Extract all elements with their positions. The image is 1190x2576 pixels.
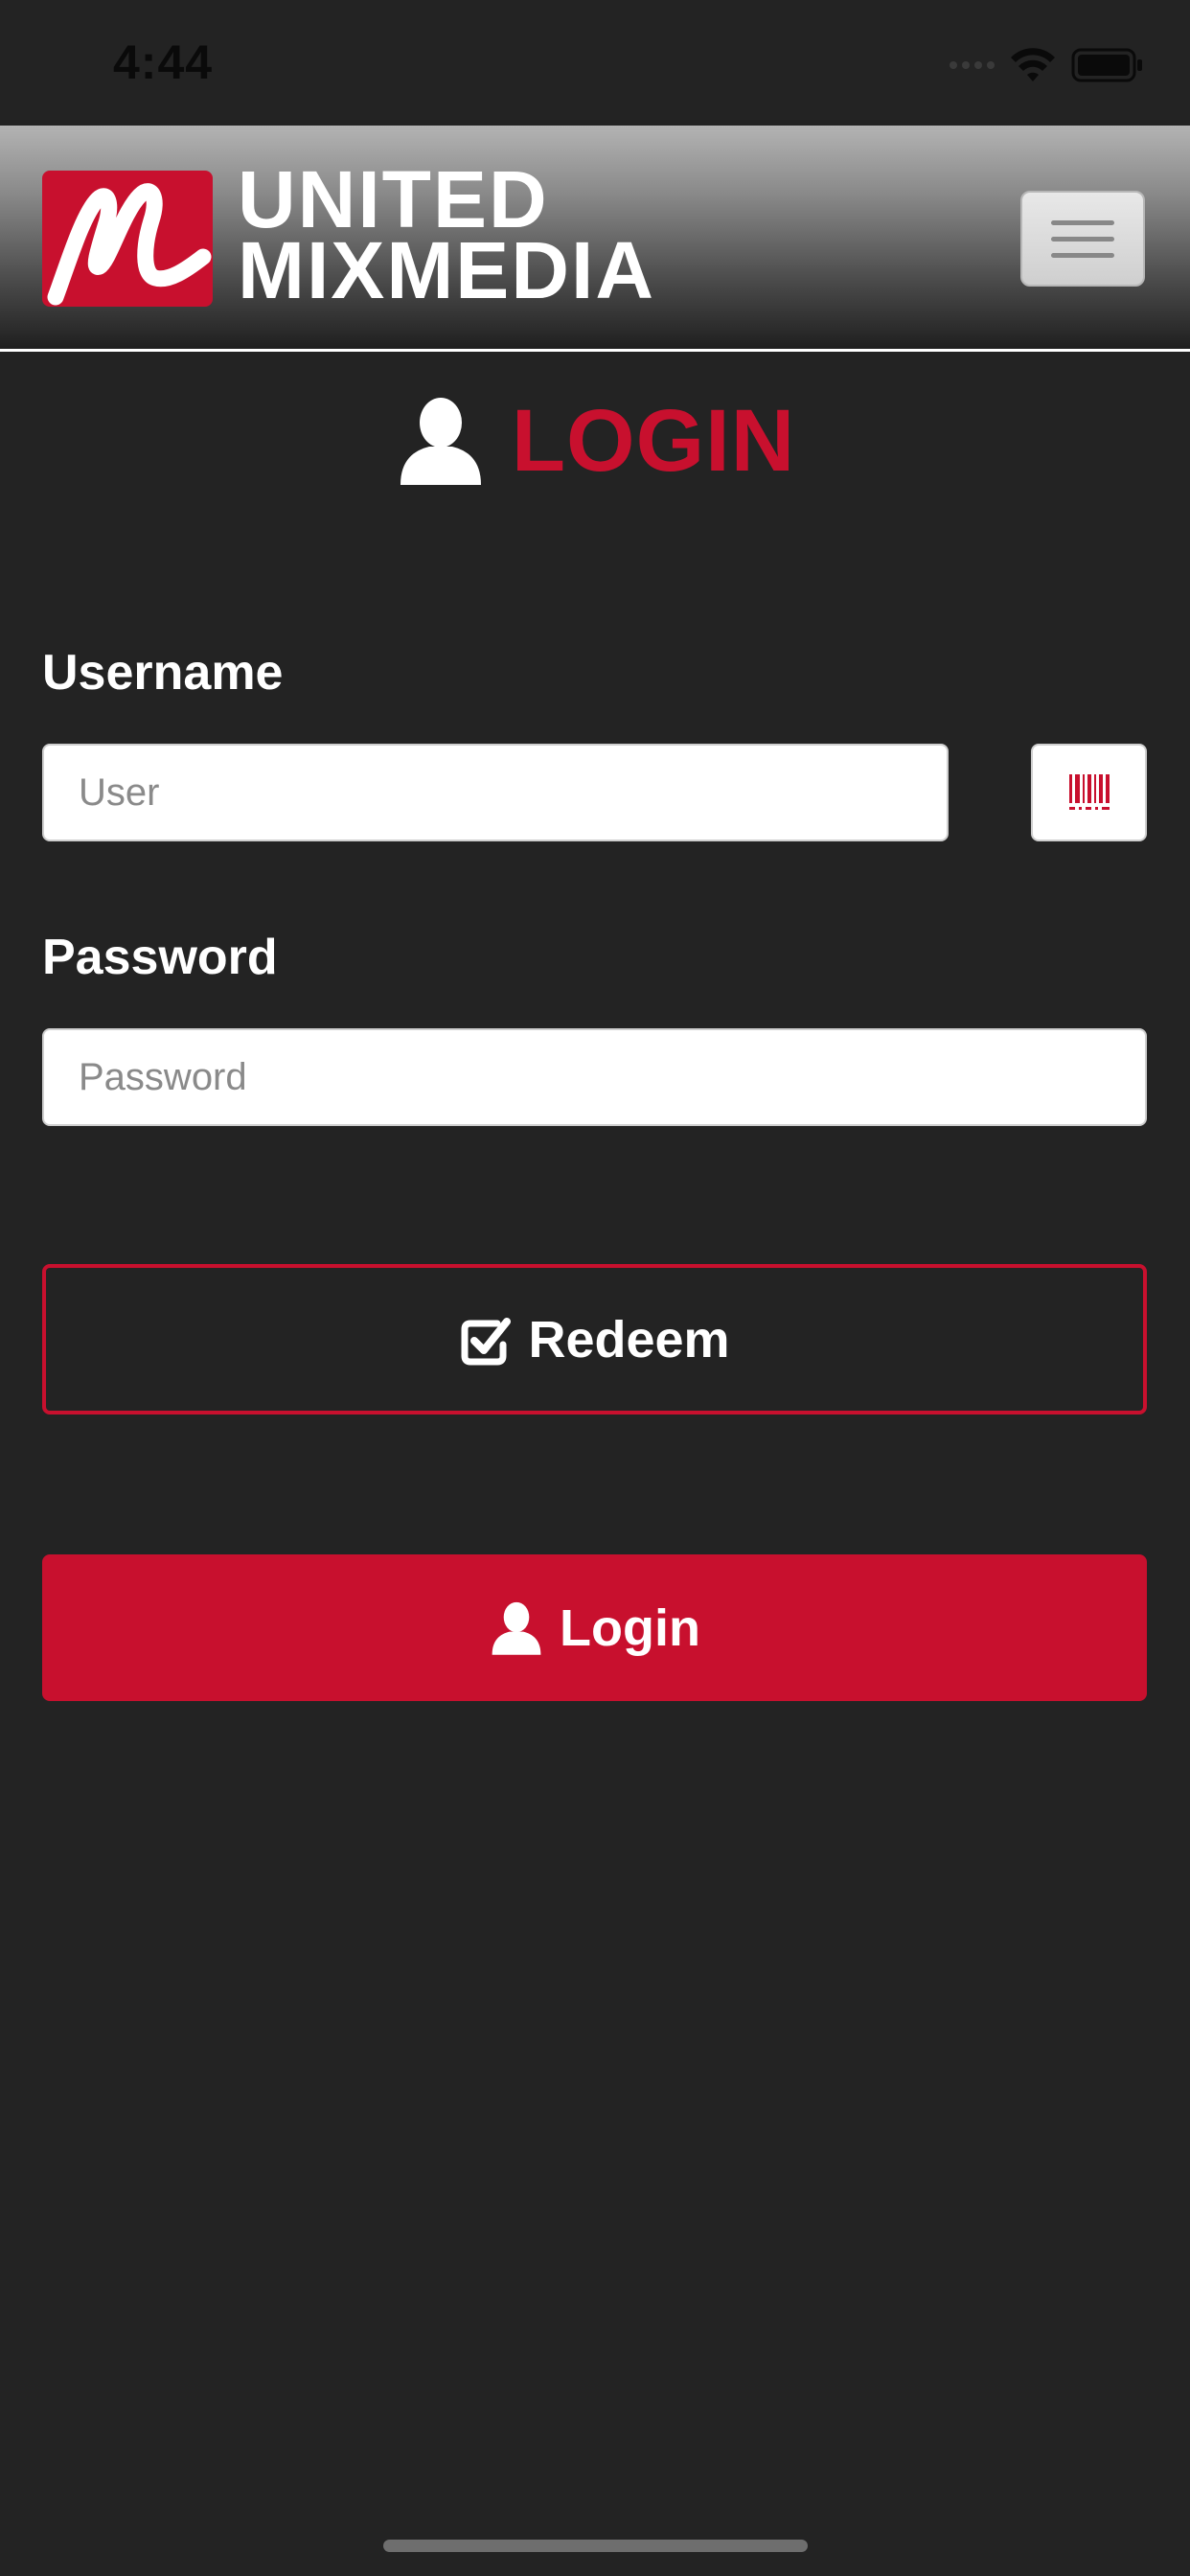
user-icon <box>400 398 481 485</box>
password-label: Password <box>42 930 278 985</box>
page-title: LOGIN <box>0 391 1190 490</box>
hamburger-menu-button[interactable] <box>1020 191 1145 287</box>
page-title-text: LOGIN <box>511 391 796 490</box>
redeem-label: Redeem <box>528 1310 730 1368</box>
username-label: Username <box>42 645 284 701</box>
wifi-icon <box>1011 48 1055 81</box>
battery-icon <box>1071 48 1142 82</box>
username-input[interactable] <box>42 744 949 841</box>
brand-name: UNITED MIXMEDIA <box>238 154 655 315</box>
redeem-button[interactable]: Redeem <box>42 1264 1147 1414</box>
status-bar: 4:44 <box>0 0 1190 126</box>
hamburger-menu-icon <box>1051 219 1114 225</box>
mixmedia-logo-icon <box>42 171 213 307</box>
barcode-icon <box>1068 774 1110 810</box>
brand-line-1: UNITED <box>238 154 549 244</box>
checkbox-icon <box>461 1317 512 1365</box>
login-label: Login <box>560 1598 700 1657</box>
login-button[interactable]: Login <box>42 1554 1147 1701</box>
home-indicator[interactable] <box>383 2540 808 2552</box>
brand-line-2: MIXMEDIA <box>238 225 655 315</box>
status-time: 4:44 <box>113 35 214 89</box>
app-header: UNITED MIXMEDIA <box>0 126 1190 352</box>
status-icons <box>950 46 1144 84</box>
user-icon <box>492 1601 541 1655</box>
password-input[interactable] <box>42 1028 1147 1126</box>
barcode-scan-button[interactable] <box>1031 744 1147 841</box>
cellular-signal-icon <box>950 61 995 69</box>
